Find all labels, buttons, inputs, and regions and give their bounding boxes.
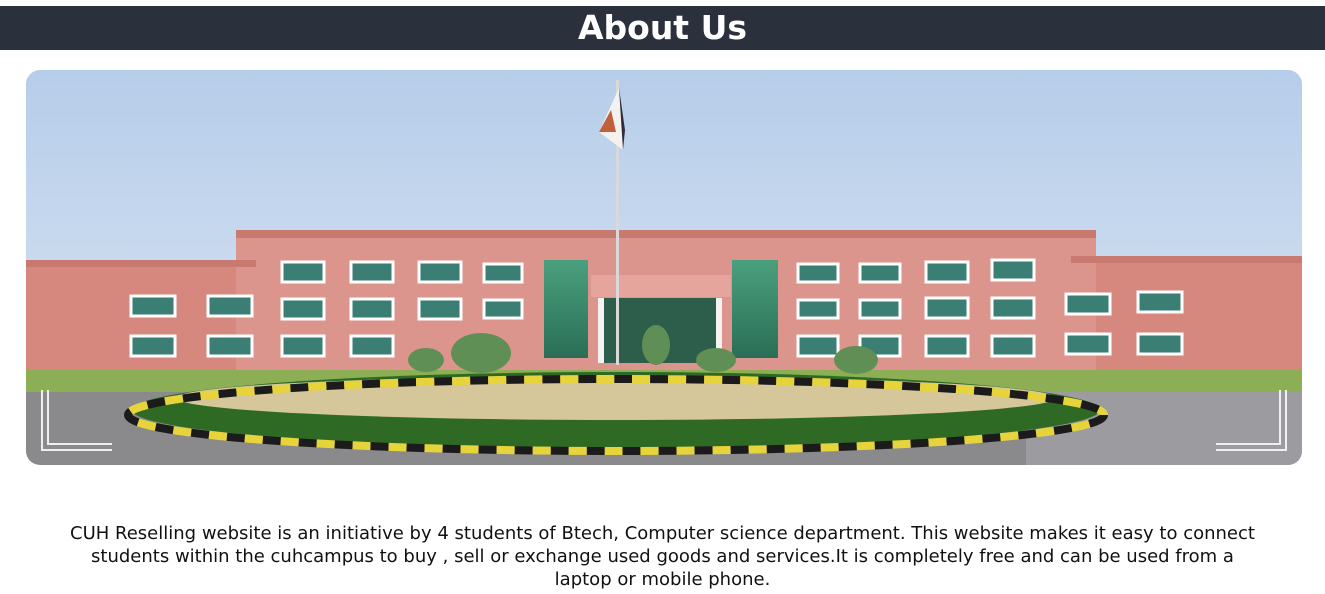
- about-description: CUH Reselling website is an initiative b…: [70, 523, 1255, 590]
- page-title: About Us: [577, 8, 748, 47]
- page-header: About Us: [0, 6, 1325, 50]
- campus-building-illustration: [26, 70, 1302, 465]
- campus-hero-image: [26, 70, 1302, 465]
